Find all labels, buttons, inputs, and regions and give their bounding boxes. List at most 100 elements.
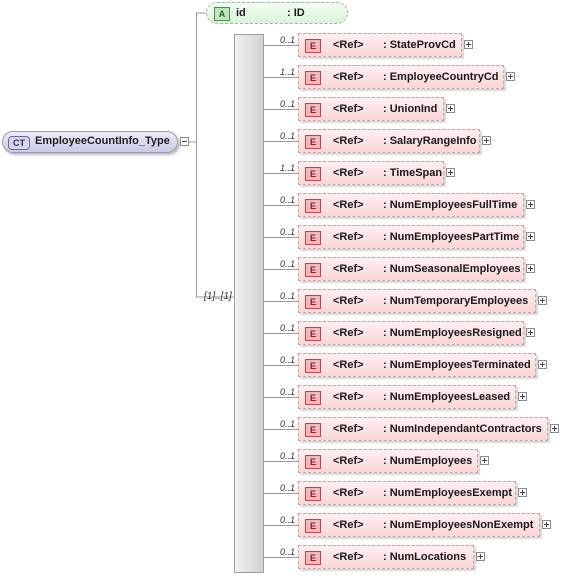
element-badge: E bbox=[305, 423, 321, 437]
element-name: : NumEmployeesTerminated bbox=[383, 359, 531, 371]
element-ref: <Ref> bbox=[333, 455, 364, 467]
element-row: 0..1 E <Ref>: NumEmployeesPartTime bbox=[0, 225, 562, 251]
element-occurrence: 0..1 bbox=[280, 419, 296, 429]
element-badge: E bbox=[305, 487, 321, 501]
element-ref: <Ref> bbox=[333, 519, 364, 531]
element-badge: E bbox=[305, 135, 321, 149]
element-ref: <Ref> bbox=[333, 423, 364, 435]
element-badge: E bbox=[305, 519, 321, 533]
element-ref: <Ref> bbox=[333, 167, 364, 179]
element-ref: <Ref> bbox=[333, 71, 364, 83]
element-badge: E bbox=[305, 231, 321, 245]
element-occurrence: 0..1 bbox=[280, 323, 296, 333]
element-name: : NumEmployeesExempt bbox=[383, 487, 512, 499]
expand-icon[interactable] bbox=[446, 168, 455, 177]
expand-icon[interactable] bbox=[464, 40, 473, 49]
element-node[interactable]: E <Ref> : NumEmployeesPartTime bbox=[298, 225, 524, 249]
element-name: : NumEmployeesPartTime bbox=[383, 231, 520, 243]
expand-icon[interactable] bbox=[480, 456, 489, 465]
element-occurrence: 0..1 bbox=[280, 259, 296, 269]
element-node[interactable]: E <Ref> : NumIndependantContractors bbox=[298, 417, 548, 441]
element-node[interactable]: E <Ref>: NumLocations bbox=[298, 545, 474, 569]
element-node[interactable]: E <Ref>: UnionInd bbox=[298, 97, 444, 121]
element-badge: E bbox=[305, 455, 321, 469]
expand-icon[interactable] bbox=[518, 392, 527, 401]
element-occurrence: 0..1 bbox=[280, 515, 296, 525]
element-badge: E bbox=[305, 71, 321, 85]
element-occurrence: 0..1 bbox=[280, 547, 296, 557]
element-name: : SalaryRangeInfo bbox=[383, 135, 477, 147]
element-name: : NumEmployees bbox=[383, 455, 473, 467]
expand-icon[interactable] bbox=[538, 360, 547, 369]
element-occurrence: 0..1 bbox=[280, 483, 296, 493]
element-row: 0..1 E <Ref>: NumEmployees bbox=[0, 449, 562, 475]
element-node[interactable]: E <Ref> : NumEmployeesNonExempt bbox=[298, 513, 540, 537]
schema-diagram: CT EmployeeCountInfo_Type A id : ID [1].… bbox=[0, 0, 562, 577]
element-node[interactable]: E <Ref>: NumSeasonalEmployees bbox=[298, 257, 524, 281]
element-occurrence: 0..1 bbox=[280, 131, 296, 141]
element-row: 0..1 E <Ref> : NumIndependantContractors bbox=[0, 417, 562, 443]
element-occurrence: 1..1 bbox=[280, 67, 296, 77]
expand-icon[interactable] bbox=[526, 328, 535, 337]
element-node[interactable]: E <Ref>: NumEmployeesTerminated bbox=[298, 353, 536, 377]
element-node[interactable]: E <Ref>: NumEmployeesFullTime bbox=[298, 193, 524, 217]
expand-icon[interactable] bbox=[446, 104, 455, 113]
element-row: 1..1 E <Ref> : EmployeeCountryCd bbox=[0, 65, 562, 91]
element-ref: <Ref> bbox=[333, 39, 364, 51]
element-badge: E bbox=[305, 167, 321, 181]
element-badge: E bbox=[305, 391, 321, 405]
element-row: 0..1 E <Ref> : NumEmployeesNonExempt bbox=[0, 513, 562, 539]
element-node[interactable]: E <Ref>: NumEmployeesResigned bbox=[298, 321, 524, 345]
element-ref: <Ref> bbox=[333, 231, 364, 243]
element-badge: E bbox=[305, 199, 321, 213]
element-node[interactable]: E <Ref>: NumEmployeesExempt bbox=[298, 481, 516, 505]
element-name: : StateProvCd bbox=[383, 39, 456, 51]
element-name: : NumIndependantContractors bbox=[383, 423, 542, 435]
element-name: : TimeSpan bbox=[383, 167, 443, 179]
element-node[interactable]: E <Ref> : TimeSpan bbox=[298, 161, 444, 185]
expand-icon[interactable] bbox=[538, 296, 547, 305]
expand-icon[interactable] bbox=[550, 424, 559, 433]
expand-icon[interactable] bbox=[482, 136, 491, 145]
element-occurrence: 0..1 bbox=[280, 35, 296, 45]
attribute-type: : ID bbox=[287, 7, 305, 19]
expand-icon[interactable] bbox=[506, 72, 515, 81]
element-row: 0..1 E <Ref>: NumEmployeesLeased bbox=[0, 385, 562, 411]
element-node[interactable]: E <Ref>: NumEmployeesLeased bbox=[298, 385, 516, 409]
expand-icon[interactable] bbox=[526, 232, 535, 241]
element-badge: E bbox=[305, 103, 321, 117]
element-occurrence: 1..1 bbox=[280, 163, 296, 173]
element-occurrence: 0..1 bbox=[280, 99, 296, 109]
element-ref: <Ref> bbox=[333, 295, 364, 307]
element-occurrence: 0..1 bbox=[280, 291, 296, 301]
element-row: 0..1 E <Ref>: NumEmployeesFullTime bbox=[0, 193, 562, 219]
element-name: : NumTemporaryEmployees bbox=[383, 295, 529, 307]
element-node[interactable]: E <Ref> : EmployeeCountryCd bbox=[298, 65, 504, 89]
expand-icon[interactable] bbox=[526, 200, 535, 209]
element-name: : NumEmployeesResigned bbox=[383, 327, 522, 339]
element-name: : NumEmployeesLeased bbox=[383, 391, 511, 403]
element-name: : NumEmployeesNonExempt bbox=[383, 519, 534, 531]
element-name: : UnionInd bbox=[383, 103, 438, 115]
element-node[interactable]: E <Ref> : NumEmployees bbox=[298, 449, 478, 473]
attribute-node[interactable]: A id : ID bbox=[206, 2, 348, 24]
element-occurrence: 0..1 bbox=[280, 355, 296, 365]
element-row: 0..1 E <Ref>: StateProvCd bbox=[0, 33, 562, 59]
element-name: : EmployeeCountryCd bbox=[383, 71, 499, 83]
attribute-badge: A bbox=[214, 7, 230, 21]
expand-icon[interactable] bbox=[476, 552, 485, 561]
expand-icon[interactable] bbox=[542, 520, 551, 529]
expand-icon[interactable] bbox=[518, 488, 527, 497]
element-badge: E bbox=[305, 327, 321, 341]
element-node[interactable]: E <Ref>: StateProvCd bbox=[298, 33, 462, 57]
element-ref: <Ref> bbox=[333, 263, 364, 275]
element-node[interactable]: E <Ref>: NumTemporaryEmployees bbox=[298, 289, 536, 313]
element-row: 0..1 E <Ref>: NumEmployeesResigned bbox=[0, 321, 562, 347]
element-node[interactable]: E <Ref> : SalaryRangeInfo bbox=[298, 129, 480, 153]
element-badge: E bbox=[305, 263, 321, 277]
element-ref: <Ref> bbox=[333, 135, 364, 147]
expand-icon[interactable] bbox=[526, 264, 535, 273]
element-occurrence: 0..1 bbox=[280, 387, 296, 397]
element-row: 0..1 E <Ref>: NumSeasonalEmployees bbox=[0, 257, 562, 283]
element-occurrence: 0..1 bbox=[280, 195, 296, 205]
